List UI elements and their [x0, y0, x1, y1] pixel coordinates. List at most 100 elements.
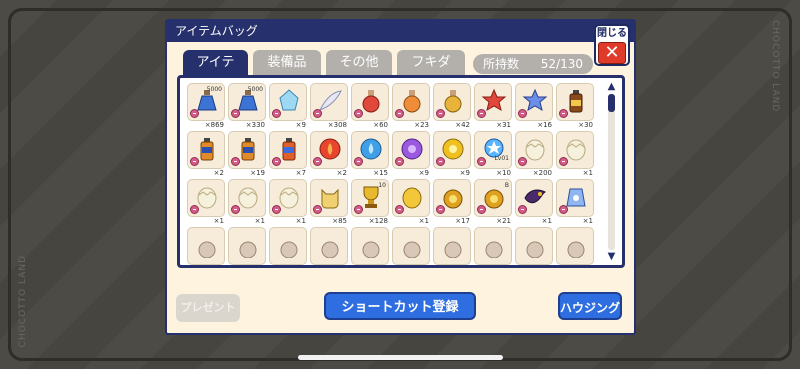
item-slot[interactable]: 5000 ×330: [228, 83, 266, 129]
item-slot[interactable]: [556, 227, 594, 265]
discard-icon[interactable]: [313, 205, 322, 214]
item-slot[interactable]: 5000 ×869: [187, 83, 225, 129]
discard-icon[interactable]: [313, 157, 322, 166]
discard-icon[interactable]: [231, 109, 240, 118]
discard-icon[interactable]: [559, 157, 568, 166]
item-quantity: ×9: [459, 169, 470, 177]
item-slot[interactable]: ×31: [474, 83, 512, 129]
home-indicator[interactable]: [298, 355, 503, 360]
item-slot[interactable]: ×60: [351, 83, 389, 129]
discard-icon[interactable]: [354, 157, 363, 166]
scroll-thumb[interactable]: [608, 94, 615, 112]
item-slot[interactable]: ×19: [228, 131, 266, 177]
item-slot[interactable]: ×1: [556, 131, 594, 177]
item-quantity: ×1: [418, 217, 429, 225]
item-slot[interactable]: ×85: [310, 179, 348, 225]
item-slot[interactable]: ×308: [310, 83, 348, 129]
discard-icon[interactable]: [231, 157, 240, 166]
item-slot[interactable]: 10 ×128: [351, 179, 389, 225]
item-quantity: ×1: [254, 217, 265, 225]
scrollbar[interactable]: ▲ ▼: [605, 82, 618, 262]
item-badge: 5000: [247, 86, 263, 93]
item-slot[interactable]: Lv01 ×10: [474, 131, 512, 177]
item-quantity: ×200: [532, 169, 552, 177]
item-slot[interactable]: ×1: [556, 179, 594, 225]
tab-equipment[interactable]: 装備品: [253, 50, 321, 76]
item-slot[interactable]: [310, 227, 348, 265]
item-badge: 10: [378, 182, 386, 189]
item-quantity: ×31: [496, 121, 511, 129]
item-slot[interactable]: ×9: [433, 131, 471, 177]
tab-speech-bubbles[interactable]: フキダシ: [397, 50, 465, 96]
item-slot[interactable]: ×1: [269, 179, 307, 225]
item-slot[interactable]: ×1: [187, 179, 225, 225]
item-quantity: ×1: [213, 217, 224, 225]
scroll-track[interactable]: [608, 94, 615, 250]
discard-icon[interactable]: [518, 205, 527, 214]
item-slot[interactable]: [351, 227, 389, 265]
item-slot[interactable]: [392, 227, 430, 265]
item-slot[interactable]: [269, 227, 307, 265]
discard-icon[interactable]: [395, 157, 404, 166]
tab-items[interactable]: アイテム: [183, 50, 248, 96]
item-quantity: ×7: [295, 169, 306, 177]
present-button[interactable]: プレゼント: [176, 294, 240, 322]
discard-icon[interactable]: [436, 205, 445, 214]
item-slot[interactable]: [228, 227, 266, 265]
discard-icon[interactable]: [272, 157, 281, 166]
discard-icon[interactable]: [395, 109, 404, 118]
discard-icon[interactable]: [436, 109, 445, 118]
discard-icon[interactable]: [518, 157, 527, 166]
housing-button[interactable]: ハウジング: [558, 292, 622, 320]
item-slot[interactable]: ×9: [392, 131, 430, 177]
discard-icon[interactable]: [395, 205, 404, 214]
capacity-value: 52/130: [540, 57, 583, 71]
item-slot[interactable]: ×7: [269, 131, 307, 177]
item-slot[interactable]: [433, 227, 471, 265]
discard-icon[interactable]: [190, 205, 199, 214]
item-slot[interactable]: B ×21: [474, 179, 512, 225]
discard-icon[interactable]: [231, 205, 240, 214]
discard-icon[interactable]: [190, 109, 199, 118]
discard-icon[interactable]: [190, 157, 199, 166]
discard-icon[interactable]: [559, 109, 568, 118]
item-quantity: ×23: [414, 121, 429, 129]
item-slot[interactable]: ×1: [515, 179, 553, 225]
discard-icon[interactable]: [354, 109, 363, 118]
item-slot[interactable]: ×1: [392, 179, 430, 225]
partial-item-icon: [440, 232, 466, 259]
discard-icon[interactable]: [477, 205, 486, 214]
shortcut-register-button[interactable]: ショートカット登録: [324, 292, 476, 320]
discard-icon[interactable]: [313, 109, 322, 118]
item-slot[interactable]: [515, 227, 553, 265]
side-brand-left: CHOCOTTO LAND: [18, 255, 28, 348]
item-quantity: ×42: [455, 121, 470, 129]
discard-icon[interactable]: [477, 157, 486, 166]
item-slot[interactable]: ×15: [351, 131, 389, 177]
item-slot[interactable]: ×9: [269, 83, 307, 129]
item-slot[interactable]: ×1: [228, 179, 266, 225]
item-slot[interactable]: ×2: [310, 131, 348, 177]
item-slot[interactable]: ×30: [556, 83, 594, 129]
discard-icon[interactable]: [559, 205, 568, 214]
item-slot[interactable]: ×16: [515, 83, 553, 129]
scroll-up-icon[interactable]: ▲: [605, 82, 618, 92]
item-slot[interactable]: ×17: [433, 179, 471, 225]
item-slot[interactable]: ×200: [515, 131, 553, 177]
close-button[interactable]: 閉じる ✕: [594, 24, 630, 66]
item-slot[interactable]: ×42: [433, 83, 471, 129]
partial-item-icon: [399, 232, 425, 259]
partial-item-icon: [194, 232, 220, 259]
scroll-down-icon[interactable]: ▼: [605, 252, 618, 262]
discard-icon[interactable]: [272, 205, 281, 214]
discard-icon[interactable]: [354, 205, 363, 214]
item-slot[interactable]: [474, 227, 512, 265]
discard-icon[interactable]: [272, 109, 281, 118]
discard-icon[interactable]: [518, 109, 527, 118]
item-slot[interactable]: [187, 227, 225, 265]
tab-other[interactable]: その他: [326, 50, 392, 76]
discard-icon[interactable]: [477, 109, 486, 118]
item-slot[interactable]: ×2: [187, 131, 225, 177]
item-slot[interactable]: ×23: [392, 83, 430, 129]
discard-icon[interactable]: [436, 157, 445, 166]
